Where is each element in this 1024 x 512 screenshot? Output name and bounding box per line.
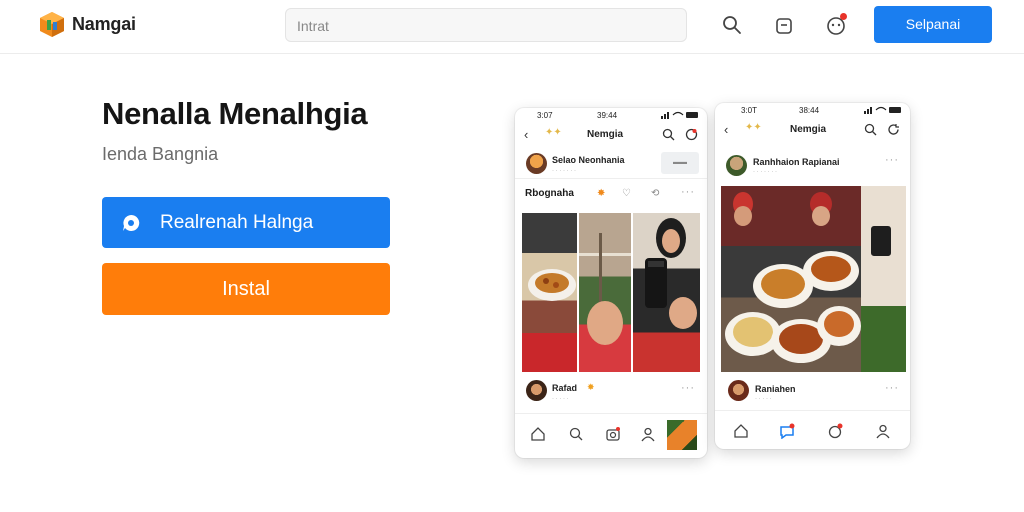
hero-subtitle: Ienda Bangnia [102, 144, 219, 164]
refresh-icon[interactable] [887, 123, 900, 136]
footer-subtitle: · · · · · [755, 396, 772, 402]
photo-hand-phone[interactable] [579, 213, 631, 372]
refresh-icon[interactable] [685, 128, 698, 141]
avatar[interactable] [726, 155, 747, 176]
photo-woman-phone[interactable] [633, 213, 700, 372]
post-subtitle: · · · · · · · [753, 169, 777, 175]
back-icon[interactable]: ‹ [724, 122, 728, 137]
more-options-icon[interactable]: ··· [681, 186, 695, 198]
divider [515, 178, 707, 179]
signal-battery-icon [661, 111, 699, 119]
notification-icon[interactable] [824, 13, 848, 37]
post-username[interactable]: Ranhhaion Rapianai [753, 157, 840, 167]
avatar[interactable] [526, 153, 547, 174]
notification-badge [840, 13, 847, 20]
avatar[interactable] [728, 380, 749, 401]
follow-button[interactable]: ▬▬ [661, 152, 699, 174]
logo-icon [38, 10, 66, 38]
profile-icon[interactable] [640, 426, 656, 442]
thumbnail-food[interactable] [667, 420, 697, 450]
search-icon[interactable] [864, 123, 877, 136]
hero-title: Nenalla Menalhgia [102, 96, 368, 131]
footer-username[interactable]: Rafad [552, 383, 577, 393]
signal-battery-icon [864, 106, 902, 114]
status-center-text: 38:44 [799, 106, 820, 115]
shopping-bag-icon[interactable] [772, 13, 796, 37]
app-header-title: Nemgia [587, 129, 624, 140]
footer-subtitle: · · · · · [552, 396, 569, 402]
star-icon[interactable]: ✦✦ [745, 122, 762, 133]
app-logo[interactable]: Namgai [38, 10, 136, 38]
bottom-navigation [515, 413, 707, 453]
search-icon[interactable] [720, 13, 744, 37]
search-placeholder: Intrat [297, 18, 329, 34]
home-icon[interactable] [530, 426, 546, 442]
phone-mockup-right: 3:0T 38:44 ‹ ✦✦ Nemgia Ranhhaion Rapiana… [715, 103, 910, 449]
search-icon[interactable] [662, 128, 675, 141]
app-name: Namgai [72, 13, 136, 34]
primary-action-label: Realrenah Halnga [160, 211, 314, 233]
chat-bubble-icon [120, 212, 142, 234]
status-time: 3:0T [741, 106, 758, 115]
status-bar: 3:07 39:44 [515, 108, 707, 122]
status-time: 3:07 [537, 111, 553, 120]
search-icon[interactable] [568, 426, 584, 442]
post-caption: Rbognaha [525, 188, 574, 199]
app-header-title: Nemgia [790, 124, 827, 135]
primary-action-button[interactable]: Realrenah Halnga [102, 197, 390, 248]
profile-icon[interactable] [875, 423, 891, 439]
post-subtitle: · · · · · · · [552, 168, 576, 174]
phone-mockup-left: 3:07 39:44 ‹ ✦✦ Nemgia Selao Neonhania ·… [515, 108, 707, 458]
search-input[interactable]: Intrat [285, 8, 687, 42]
more-options-icon[interactable]: ··· [681, 382, 695, 394]
bottom-navigation [715, 410, 910, 449]
app-header: ‹ ✦✦ Nemgia [515, 124, 707, 146]
app-header: ‹ ✦✦ Nemgia [715, 119, 910, 141]
like-icon[interactable]: ♡ [622, 188, 631, 199]
footer-username[interactable]: Raniahen [755, 384, 796, 394]
post-header: Selao Neonhania · · · · · · · ▬▬ [515, 150, 707, 178]
post-actions: Rbognaha ✸ ♡ ⟲ ··· [515, 186, 707, 206]
more-options-icon[interactable]: ··· [885, 154, 899, 166]
post-footer: Rafad ✸ · · · · · ··· [515, 380, 707, 408]
back-icon[interactable]: ‹ [524, 127, 528, 142]
photo-food-left[interactable] [522, 213, 577, 372]
status-bar: 3:0T 38:44 [715, 103, 910, 117]
fire-icon[interactable]: ✸ [597, 188, 605, 199]
star-icon[interactable]: ✦✦ [545, 127, 562, 138]
post-footer: Raniahen · · · · · ··· [715, 378, 910, 406]
avatar[interactable] [526, 380, 547, 401]
post-header: Ranhhaion Rapianai · · · · · · · ··· [715, 151, 910, 179]
status-center-text: 39:44 [597, 111, 618, 120]
more-options-icon[interactable]: ··· [885, 382, 899, 394]
chat-icon[interactable] [779, 423, 795, 440]
install-button[interactable]: Instal [102, 263, 390, 315]
top-navigation-bar: Namgai Intrat Selpanai [0, 0, 1024, 54]
emoji-icon: ✸ [587, 382, 595, 392]
photo-food-feast[interactable] [721, 186, 906, 372]
post-username[interactable]: Selao Neonhania [552, 155, 625, 165]
home-icon[interactable] [733, 423, 749, 439]
header-cta-button[interactable]: Selpanai [874, 6, 992, 43]
share-icon[interactable]: ⟲ [651, 188, 659, 199]
notification-icon[interactable] [827, 423, 843, 439]
camera-icon[interactable] [605, 426, 621, 442]
